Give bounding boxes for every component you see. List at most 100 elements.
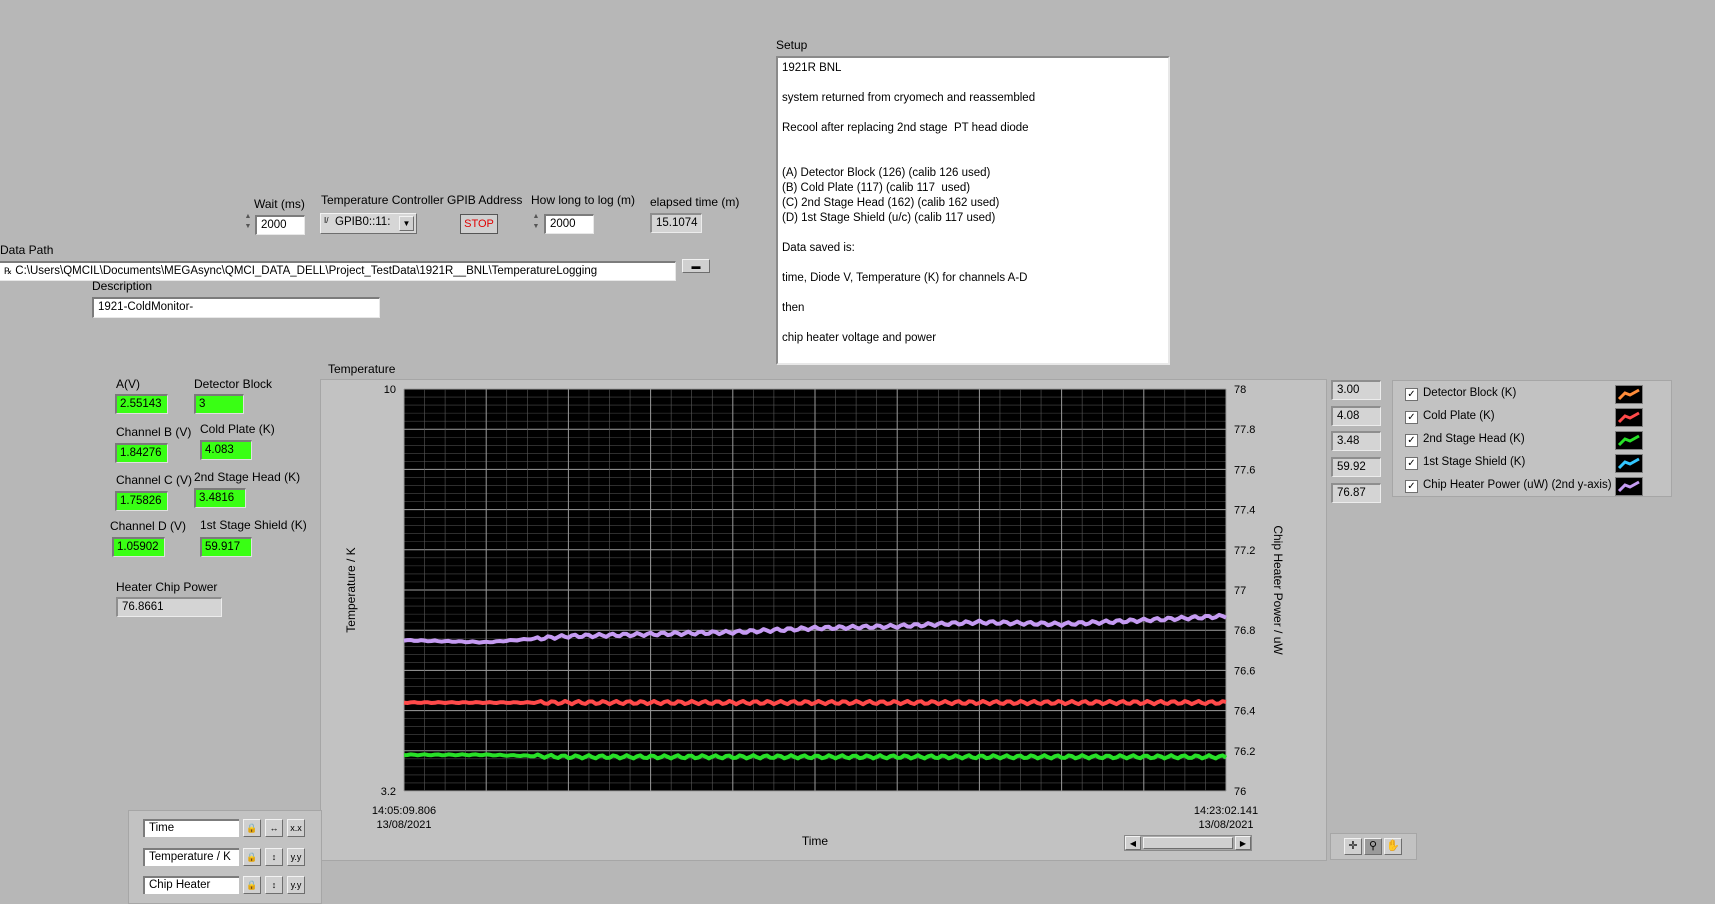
x-tick-end-time: 14:23:02.141 xyxy=(1194,805,1258,817)
legend-checkbox[interactable]: ✓ xyxy=(1405,480,1418,493)
legend-swatch-icon[interactable] xyxy=(1615,454,1643,473)
scroll-right-icon[interactable]: ▶ xyxy=(1235,836,1251,850)
scale-name-time[interactable]: Time xyxy=(143,819,239,837)
howlong-spinner[interactable]: ▲ ▼ xyxy=(531,212,541,234)
y-axis-label: Temperature / K xyxy=(344,547,358,632)
y-tick-label: 10 xyxy=(384,384,396,396)
zoom-icon[interactable]: ⚲ xyxy=(1364,838,1382,855)
channel-a-label: A(V) xyxy=(116,377,140,391)
legend-item[interactable]: ✓ Chip Heater Power (uW) (2nd y-axis) xyxy=(1393,476,1653,498)
path-icon: ℞ xyxy=(4,266,13,276)
cursor-move-icon[interactable]: ✛ xyxy=(1344,838,1362,855)
lock-icon[interactable]: 🔒 xyxy=(243,876,261,894)
y2-tick-label: 76.4 xyxy=(1234,706,1255,718)
legend-checkbox[interactable]: ✓ xyxy=(1405,457,1418,470)
y-tick-label: 3.2 xyxy=(381,786,396,798)
wait-input[interactable]: 2000 xyxy=(255,215,305,235)
plot-legend[interactable]: ✓ Detector Block (K) ✓ Cold Plate (K) ✓ 2nd S… xyxy=(1392,380,1672,497)
datapath-input[interactable]: ℞ C:\Users\QMCIL\Documents\MEGAsync\QMCI… xyxy=(0,261,676,281)
scale-row-temperature: Temperature / K 🔒 ↕ y.y xyxy=(129,845,309,869)
lock-icon[interactable]: 🔒 xyxy=(243,848,261,866)
scroll-thumb[interactable] xyxy=(1143,837,1233,849)
howlong-input[interactable]: 2000 xyxy=(544,214,594,234)
legend-swatch-icon[interactable] xyxy=(1615,477,1643,496)
scale-name-heater[interactable]: Chip Heater xyxy=(143,876,239,894)
chart-scrollbar[interactable]: ◀ ▶ xyxy=(1124,835,1252,851)
chevron-down-icon[interactable]: ▼ xyxy=(399,216,414,231)
format-y2-icon[interactable]: y.y xyxy=(287,876,305,894)
legend-label: 2nd Stage Head (K) xyxy=(1423,433,1525,445)
channel-c-label: Channel C (V) xyxy=(116,473,193,487)
legend-item[interactable]: ✓ 1st Stage Shield (K) xyxy=(1393,453,1653,475)
setup-line xyxy=(782,316,1164,331)
folder-icon: ▬ xyxy=(691,261,701,271)
setup-line xyxy=(782,76,1164,91)
channel-c-value: 1.75826 xyxy=(115,491,168,511)
legend-swatch-icon[interactable] xyxy=(1615,408,1643,427)
channel-d-value: 1.05902 xyxy=(112,537,165,557)
detector-block-value: 3 xyxy=(194,394,244,414)
wait-spinner[interactable]: ▲ ▼ xyxy=(243,212,253,234)
howlong-label: How long to log (m) xyxy=(531,193,636,207)
channel-b-value: 1.84276 xyxy=(115,443,168,463)
legend-swatch-icon[interactable] xyxy=(1615,431,1643,450)
autoscale-y-icon[interactable]: ↕ xyxy=(265,848,283,866)
setup-line: system returned from cryomech and reasse… xyxy=(782,92,1036,104)
setup-line: time, Diode V, Temperature (K) for chann… xyxy=(782,272,1028,284)
legend-item[interactable]: ✓ 2nd Stage Head (K) xyxy=(1393,430,1653,452)
cold-plate-value: 4.083 xyxy=(200,440,252,460)
y2-axis-label: Chip Heater Power / uW xyxy=(1271,525,1285,655)
gpib-value: GPIB0::11: xyxy=(335,216,391,228)
setup-textbox[interactable]: 1921R BNL system returned from cryomech a… xyxy=(776,56,1170,365)
x-axis-label: Time xyxy=(802,834,829,848)
graph-palette: ✛ ⚲ ✋ xyxy=(1330,833,1417,860)
autoscale-y2-icon[interactable]: ↕ xyxy=(265,876,283,894)
setup-line xyxy=(782,106,1164,121)
description-input[interactable]: 1921-ColdMonitor- xyxy=(92,297,380,318)
y2-tick-label: 78 xyxy=(1234,384,1246,396)
legend-readouts: 3.00 4.08 3.48 59.92 76.87 xyxy=(1331,380,1383,506)
setup-line: (B) Cold Plate (117) (calib 117 used) xyxy=(782,182,971,194)
scale-row-time: Time 🔒 ↔ x.x xyxy=(129,816,309,840)
legend-checkbox[interactable]: ✓ xyxy=(1405,411,1418,424)
legend-checkbox[interactable]: ✓ xyxy=(1405,388,1418,401)
scroll-left-icon[interactable]: ◀ xyxy=(1125,836,1141,850)
scale-name-temperature[interactable]: Temperature / K xyxy=(143,848,239,866)
setup-line xyxy=(782,151,1164,166)
legend-checkbox[interactable]: ✓ xyxy=(1405,434,1418,447)
lock-icon[interactable]: 🔒 xyxy=(243,819,261,837)
description-label: Description xyxy=(92,279,153,293)
legend-label: 1st Stage Shield (K) xyxy=(1423,456,1526,468)
chart-title: Temperature xyxy=(328,362,396,376)
stop-button[interactable]: STOP xyxy=(460,214,498,234)
temperature-chart[interactable]: 10 3.2 78 77.8 77.6 77.4 77.2 77 76.8 76.6 76.4 76.… xyxy=(320,379,1325,859)
legend-swatch-icon[interactable] xyxy=(1615,385,1643,404)
format-y-icon[interactable]: y.y xyxy=(287,848,305,866)
legend-item[interactable]: ✓ Detector Block (K) xyxy=(1393,384,1653,406)
detector-block-label: Detector Block xyxy=(194,377,273,391)
format-x-icon[interactable]: x.x xyxy=(287,819,305,837)
heater-power-value: 76.8661 xyxy=(116,597,222,617)
readout-chip-heater: 76.87 xyxy=(1331,483,1381,503)
stage2-head-label: 2nd Stage Head (K) xyxy=(194,470,301,484)
cold-plate-label: Cold Plate (K) xyxy=(200,422,275,436)
browse-folder-button[interactable]: ▬ xyxy=(682,259,710,273)
stage1-shield-label: 1st Stage Shield (K) xyxy=(200,518,307,532)
readout-stage1-shield: 59.92 xyxy=(1331,457,1381,477)
legend-label: Cold Plate (K) xyxy=(1423,410,1495,422)
y2-tick-label: 77.6 xyxy=(1234,464,1255,476)
pan-hand-icon[interactable]: ✋ xyxy=(1384,838,1402,855)
datapath-label: Data Path xyxy=(0,243,54,257)
readout-cold-plate: 4.08 xyxy=(1331,406,1381,426)
gpib-select[interactable]: I/ GPIB0::11: ▼ xyxy=(320,213,417,234)
autoscale-x-icon[interactable]: ↔ xyxy=(265,819,283,837)
wait-label: Wait (ms) xyxy=(254,197,305,211)
setup-line xyxy=(782,256,1164,271)
y2-tick-label: 77 xyxy=(1234,585,1246,597)
legend-item[interactable]: ✓ Cold Plate (K) xyxy=(1393,407,1653,429)
setup-line: 1921R BNL xyxy=(782,62,842,74)
setup-line xyxy=(782,286,1164,301)
y2-tick-label: 77.4 xyxy=(1234,505,1255,517)
y2-tick-label: 77.8 xyxy=(1234,424,1255,436)
stage2-head-value: 3.4816 xyxy=(194,488,246,508)
